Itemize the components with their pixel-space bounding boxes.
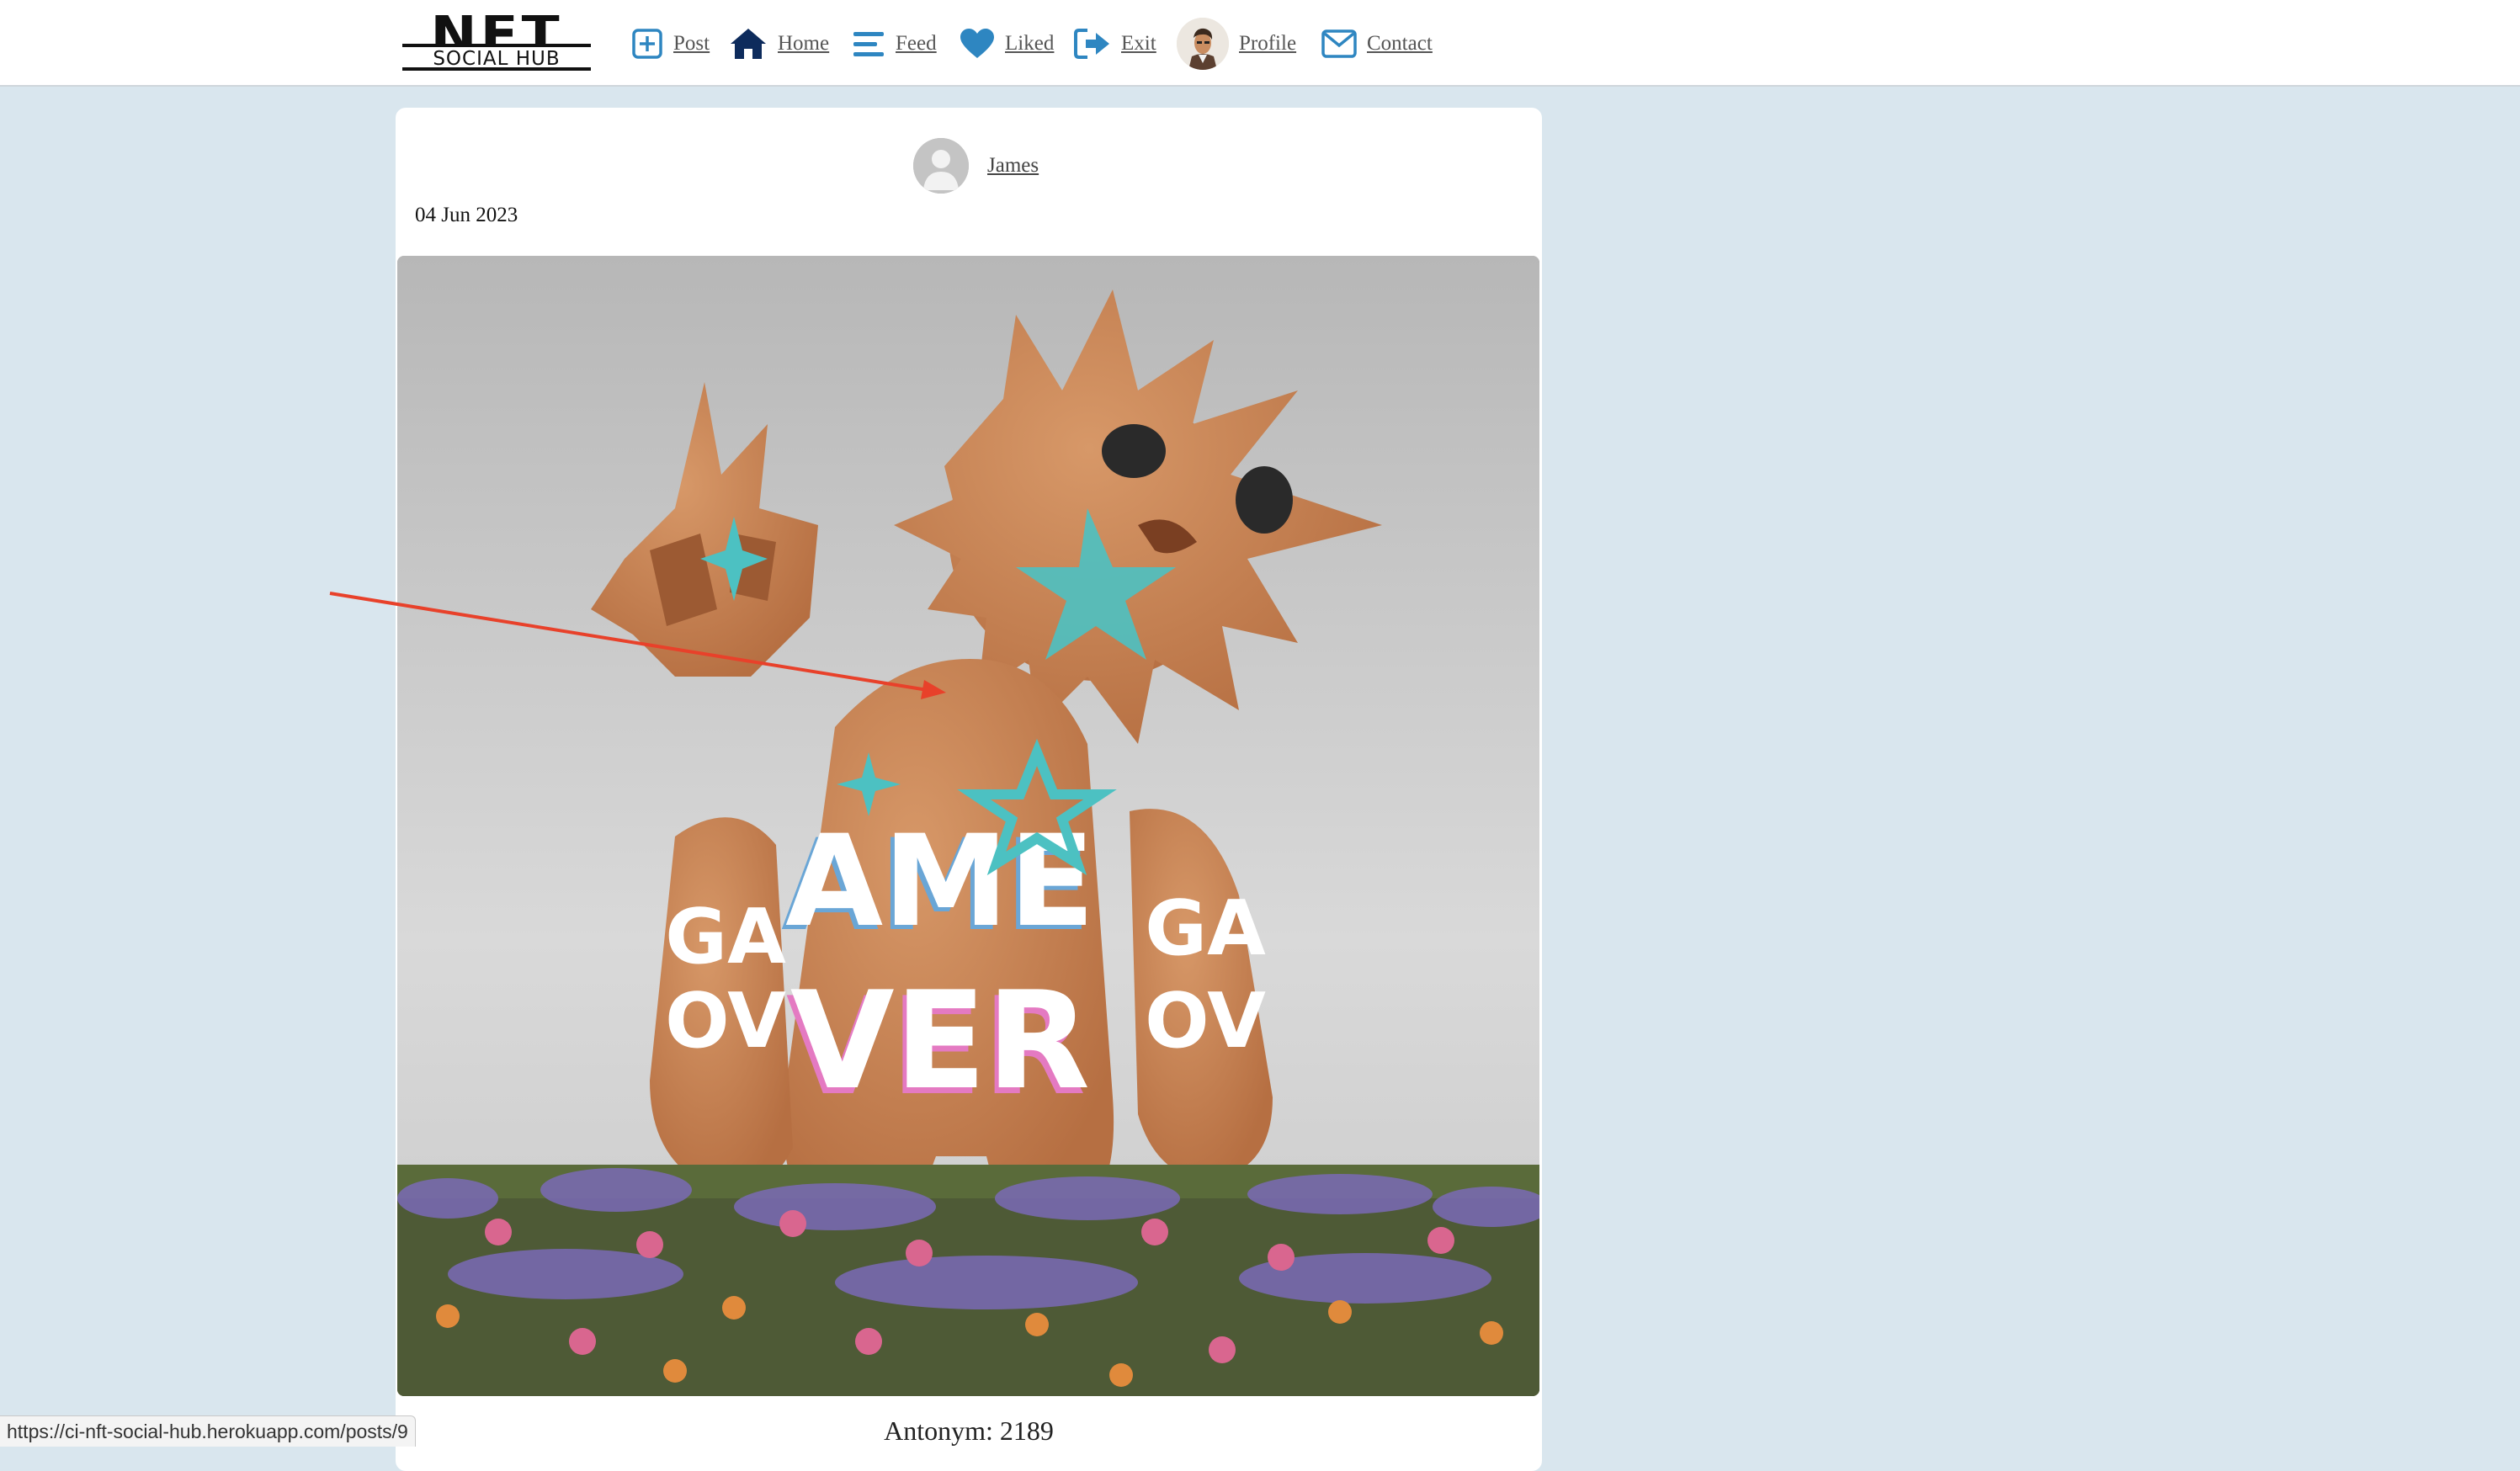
plus-square-icon bbox=[632, 29, 662, 59]
post-image[interactable]: AME AME VER VER GA OV GA OV bbox=[397, 256, 1539, 1396]
nav-exit-label: Exit bbox=[1121, 32, 1156, 55]
nav-contact[interactable]: Contact bbox=[1321, 20, 1433, 67]
svg-text:GA: GA bbox=[1145, 884, 1266, 973]
svg-text:GA: GA bbox=[665, 893, 786, 981]
owner-avatar bbox=[913, 138, 969, 194]
nav-contact-label: Contact bbox=[1367, 32, 1433, 55]
nav-post-label: Post bbox=[673, 32, 710, 55]
sign-out-icon bbox=[1074, 29, 1109, 59]
nav-home-label: Home bbox=[778, 32, 830, 55]
svg-text:OV: OV bbox=[1145, 977, 1266, 1065]
envelope-icon bbox=[1321, 29, 1357, 58]
svg-text:VER: VER bbox=[790, 962, 1090, 1119]
post-title: Antonym: 2189 bbox=[884, 1415, 1054, 1446]
profile-avatar bbox=[1177, 18, 1229, 70]
nav-feed-label: Feed bbox=[896, 32, 937, 55]
post-owner[interactable]: James bbox=[913, 138, 1039, 194]
nav-post[interactable]: Post bbox=[631, 20, 710, 67]
nav-profile-label: Profile bbox=[1239, 32, 1297, 55]
heart-icon bbox=[960, 29, 994, 58]
owner-name[interactable]: James bbox=[987, 154, 1039, 178]
status-bar-url: https://ci-nft-social-hub.herokuapp.com/… bbox=[0, 1415, 416, 1447]
logo-subtext: SOCIAL HUB bbox=[433, 48, 560, 70]
navbar: NFT SOCIAL HUB Post Home Feed Liked Exit… bbox=[0, 0, 2520, 87]
svg-text:AME: AME bbox=[785, 809, 1095, 955]
post-date: 04 Jun 2023 bbox=[415, 204, 518, 226]
nav-liked[interactable]: Liked bbox=[960, 20, 1054, 67]
logo[interactable]: NFT SOCIAL HUB bbox=[402, 3, 591, 74]
svg-text:OV: OV bbox=[665, 977, 786, 1065]
home-icon bbox=[731, 29, 766, 59]
nav-feed[interactable]: Feed bbox=[852, 20, 937, 67]
nav-profile[interactable]: Profile bbox=[1177, 18, 1296, 70]
bars-icon bbox=[853, 32, 884, 56]
nav-home[interactable]: Home bbox=[729, 20, 829, 67]
nav-liked-label: Liked bbox=[1005, 32, 1055, 55]
nav-exit[interactable]: Exit bbox=[1074, 20, 1156, 67]
